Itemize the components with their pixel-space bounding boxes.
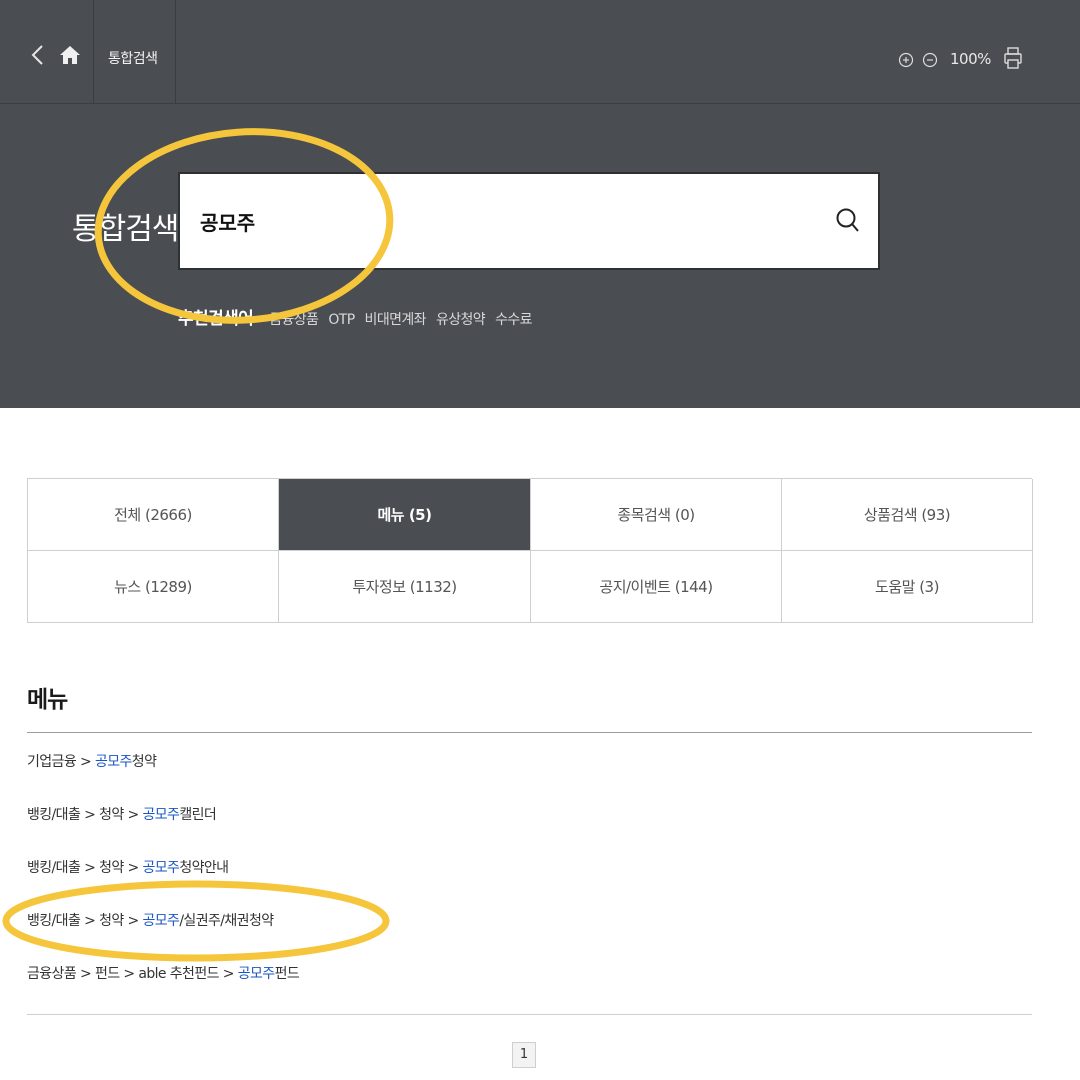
tab-product-search[interactable]: 상품검색 (93) [782,479,1033,551]
result-suffix: 청약안내 [179,860,229,876]
result-item[interactable]: 뱅킹/대출 > 청약 > 공모주/실권주/채권청약 [27,911,1032,964]
search-label: 통합검색 [72,212,179,247]
print-icon[interactable] [1003,45,1023,71]
search-input[interactable] [200,174,800,268]
search-box [178,172,880,270]
result-highlight: 공모주 [142,913,180,929]
home-icon[interactable] [58,44,82,66]
result-highlight: 공모주 [142,860,180,876]
result-path: 뱅킹/대출 > 청약 > [27,913,143,929]
tab-stock-search[interactable]: 종목검색 (0) [531,479,782,551]
keyword-link[interactable]: 비대면계좌 [365,309,427,329]
tab-all[interactable]: 전체 (2666) [28,479,279,551]
zoom-out-icon[interactable] [922,52,938,68]
result-suffix: 캘린더 [179,807,217,823]
divider [93,0,94,104]
page-title: 통합검색 [108,51,158,67]
result-highlight: 공모주 [94,754,132,770]
section-title: 메뉴 [27,687,68,713]
search-hero: 통합검색 추천검색어 금융상품 OTP 비대면계좌 유상청약 수수료 [0,104,1080,408]
tab-notice-event[interactable]: 공지/이벤트 (144) [531,551,782,623]
result-tabs: 전체 (2666) 메뉴 (5) 종목검색 (0) 상품검색 (93) 뉴스 (… [27,478,1033,623]
result-item[interactable]: 뱅킹/대출 > 청약 > 공모주캘린더 [27,805,1032,858]
tab-menu[interactable]: 메뉴 (5) [279,479,531,551]
search-icon[interactable] [834,206,862,236]
zoom-in-icon[interactable] [898,52,914,68]
result-path: 뱅킹/대출 > 청약 > [27,860,143,876]
back-chevron-icon[interactable] [26,42,52,68]
result-path: 뱅킹/대출 > 청약 > [27,807,143,823]
result-list: 기업금융 > 공모주청약 뱅킹/대출 > 청약 > 공모주캘린더 뱅킹/대출 >… [27,752,1032,1017]
recommended-title: 추천검색어 [178,309,254,329]
tab-help[interactable]: 도움말 (3) [782,551,1033,623]
keyword-link[interactable]: OTP [328,312,355,328]
result-suffix: 청약 [131,754,157,770]
result-suffix: 펀드 [274,966,300,982]
tab-investment-info[interactable]: 투자정보 (1132) [279,551,531,623]
divider [175,0,176,104]
zoom-level: 100% [950,50,991,68]
keyword-link[interactable]: 수수료 [495,309,532,329]
result-path: 기업금융 > [27,754,95,770]
keyword-link[interactable]: 유상청약 [436,309,486,329]
result-suffix: /실권주/채권청약 [179,913,274,929]
result-highlight: 공모주 [237,966,275,982]
divider [27,732,1032,733]
keyword-link[interactable]: 금융상품 [269,309,319,329]
result-path: 금융상품 > 펀드 > able 추천펀드 > [27,966,238,982]
top-bar: 통합검색 100% [0,0,1080,104]
result-highlight: 공모주 [142,807,180,823]
pagination-page[interactable]: 1 [512,1042,536,1068]
result-item[interactable]: 금융상품 > 펀드 > able 추천펀드 > 공모주펀드 [27,964,1032,1017]
result-item[interactable]: 기업금융 > 공모주청약 [27,752,1032,805]
recommended-keywords: 추천검색어 금융상품 OTP 비대면계좌 유상청약 수수료 [178,304,533,329]
tab-news[interactable]: 뉴스 (1289) [28,551,279,623]
result-item[interactable]: 뱅킹/대출 > 청약 > 공모주청약안내 [27,858,1032,911]
divider [27,1014,1032,1015]
